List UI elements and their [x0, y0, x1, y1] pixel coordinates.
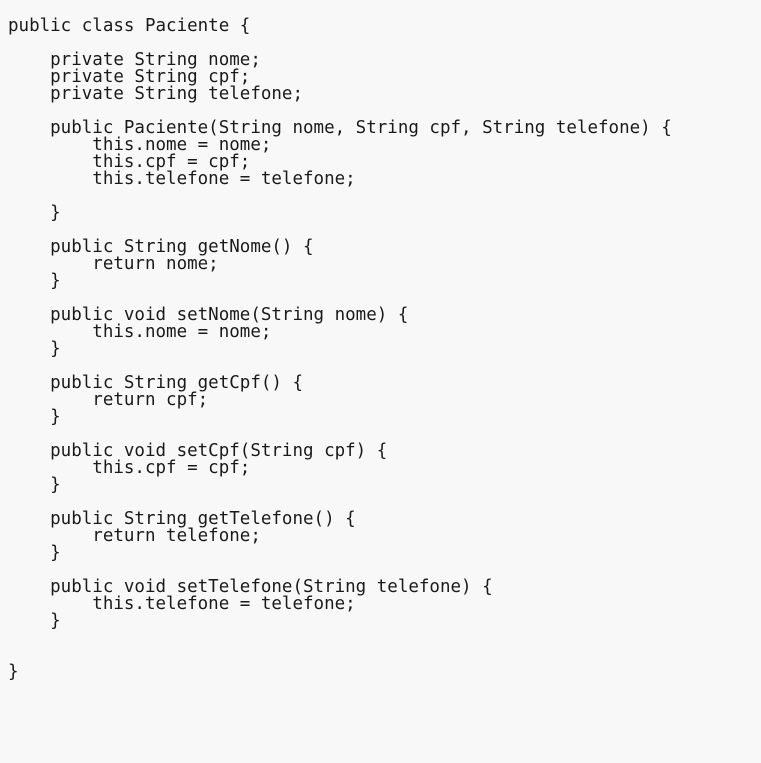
code-line-set-telefone-close: } [8, 611, 61, 631]
code-line-set-cpf-close: } [8, 475, 61, 495]
code-viewer: public class Paciente { private String n… [0, 0, 761, 763]
code-line-set-nome-close: } [8, 339, 61, 359]
code-line-get-telefone-return: return telefone; [8, 526, 261, 546]
code-line-get-cpf-close: } [8, 407, 61, 427]
code-line-set-nome-assign: this.nome = nome; [8, 322, 272, 342]
code-line-constructor-assign-telefone: this.telefone = telefone; [8, 169, 356, 189]
code-line-get-cpf-return: return cpf; [8, 390, 209, 410]
code-line-get-telefone-close: } [8, 543, 61, 563]
code-line-get-nome-return: return nome; [8, 254, 219, 274]
code-line-get-nome-close: } [8, 271, 61, 291]
code-line-field-telefone: private String telefone; [8, 84, 304, 104]
code-line-constructor-close: } [8, 203, 61, 223]
code-line-set-cpf-assign: this.cpf = cpf; [8, 458, 251, 478]
code-line-set-telefone-assign: this.telefone = telefone; [8, 594, 356, 614]
blank-lines [8, 630, 761, 664]
code-line-class-close: } [8, 662, 19, 682]
code-line-class-declaration: public class Paciente { [8, 16, 251, 36]
